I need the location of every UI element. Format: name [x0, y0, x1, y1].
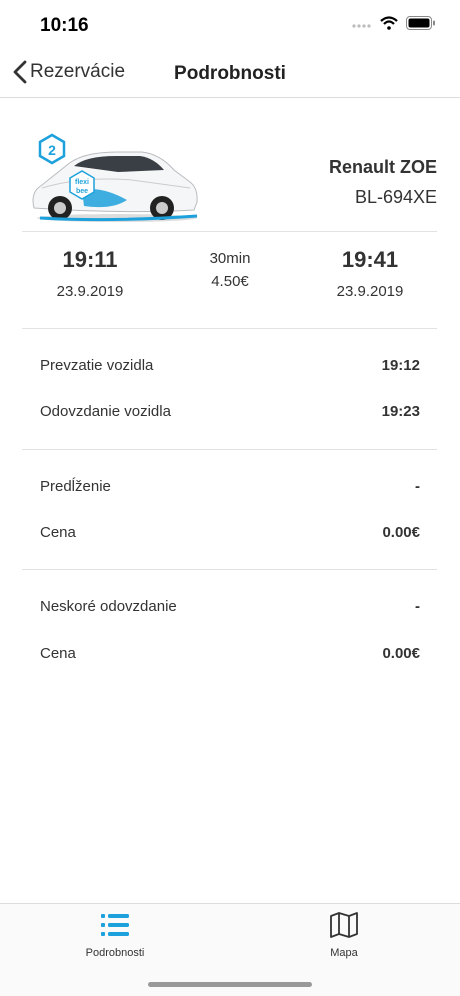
- end-time-block: 19:41 23.9.2019: [320, 247, 420, 300]
- duration-block: 30min 4.50€: [180, 250, 280, 290]
- home-indicator: [148, 982, 312, 987]
- car-image: 2 flexi bee: [32, 133, 198, 222]
- brand-logo-text-2: bee: [76, 188, 88, 195]
- car-summary: 2 flexi bee Renault ZOE BL-694XE: [22, 130, 437, 230]
- brand-logo-text-1: flexi: [75, 179, 89, 186]
- return-value: 19:23: [381, 402, 420, 420]
- return-label: Odovzdanie vozidla: [40, 402, 171, 420]
- wifi-icon: [380, 16, 398, 30]
- extension-price-row: Cena 0.00€: [40, 521, 420, 543]
- late-return-row: Neskoré odovzdanie -: [40, 595, 420, 617]
- car-plate: BL-694XE: [354, 187, 437, 207]
- map-icon: [330, 912, 358, 938]
- divider: [22, 569, 437, 570]
- list-icon: [101, 914, 129, 936]
- end-time: 19:41: [341, 247, 399, 272]
- late-return-label: Neskoré odovzdanie: [40, 597, 177, 615]
- tab-podrobnosti[interactable]: Podrobnosti: [55, 912, 175, 959]
- extension-price-label: Cena: [40, 523, 76, 541]
- battery-icon: [406, 16, 435, 30]
- extension-value: -: [415, 477, 420, 495]
- divider: [22, 328, 437, 329]
- late-price-label: Cena: [40, 644, 76, 662]
- status-time: 10:16: [40, 15, 89, 36]
- pickup-value: 19:12: [381, 356, 420, 374]
- extension-label: Predĺženie: [40, 477, 111, 495]
- booking-price: 4.50€: [211, 273, 249, 290]
- extension-row: Predĺženie -: [40, 475, 420, 497]
- page-title: Podrobnosti: [174, 63, 286, 84]
- end-date: 23.9.2019: [336, 283, 404, 300]
- late-price-value: 0.00€: [382, 644, 420, 662]
- start-date: 23.9.2019: [56, 283, 124, 300]
- duration: 30min: [209, 250, 251, 267]
- navigation-bar: Rezervácie Podrobnosti: [0, 50, 460, 98]
- signal-icon: [352, 24, 371, 28]
- pickup-label: Prevzatie vozidla: [40, 356, 154, 374]
- divider: [22, 449, 437, 450]
- late-return-value: -: [415, 597, 420, 615]
- extension-price-value: 0.00€: [382, 523, 420, 541]
- tab-podrobnosti-label: Podrobnosti: [85, 947, 145, 959]
- status-bar: 10:16: [0, 0, 460, 50]
- tab-mapa[interactable]: Mapa: [284, 912, 404, 959]
- late-price-row: Cena 0.00€: [40, 642, 420, 664]
- car-name: Renault ZOE: [328, 157, 437, 177]
- car-badge-number: 2: [48, 142, 56, 158]
- pickup-row: Prevzatie vozidla 19:12: [40, 354, 420, 376]
- start-time: 19:11: [62, 247, 118, 272]
- start-time-block: 19:11 23.9.2019: [40, 247, 140, 300]
- status-icons: [352, 16, 436, 30]
- return-row: Odovzdanie vozidla 19:23: [40, 400, 420, 422]
- divider: [22, 231, 437, 232]
- tab-mapa-label: Mapa: [330, 947, 358, 959]
